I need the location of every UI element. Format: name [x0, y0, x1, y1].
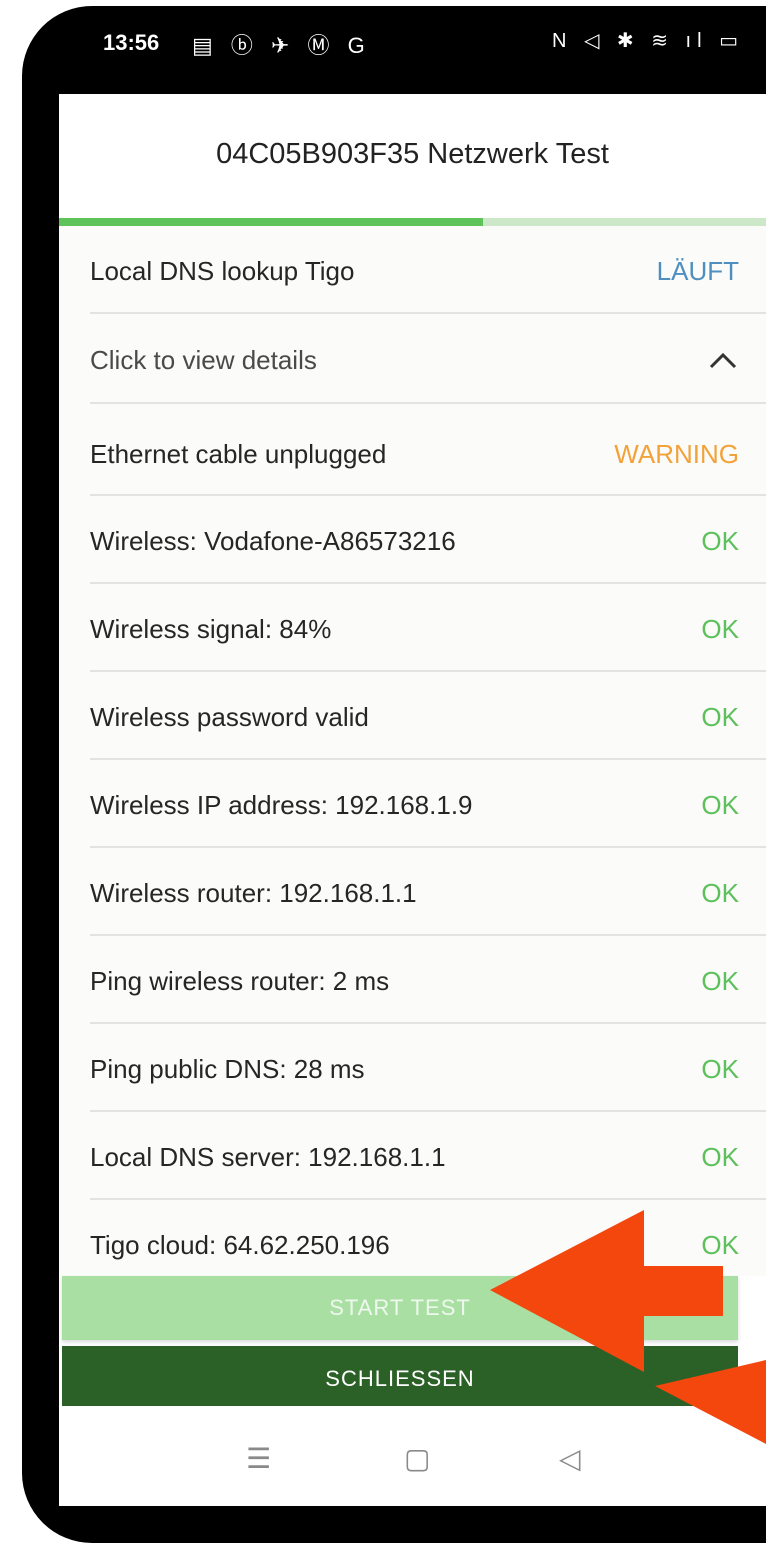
list-item: Wireless signal: 84% OK — [90, 584, 766, 672]
list-item: Wireless IP address: 192.168.1.9 OK — [90, 760, 766, 848]
status-time: 13:56 — [103, 30, 160, 55]
list-item: Ethernet cable unplugged WARNING — [90, 404, 766, 496]
list-item-running: Local DNS lookup Tigo LÄUFT — [90, 226, 766, 314]
test-label: Wireless password valid — [90, 702, 369, 732]
test-label: Local DNS lookup Tigo — [90, 256, 355, 286]
test-label: Wireless: Vodafone-A86573216 — [90, 526, 456, 556]
chevron-up-icon[interactable] — [708, 350, 738, 370]
list-item: Wireless password valid OK — [90, 672, 766, 760]
status-ok: OK — [701, 966, 739, 996]
test-label: Local DNS server: 192.168.1.1 — [90, 1142, 446, 1172]
list-item: Ping wireless router: 2 ms OK — [90, 936, 766, 1024]
home-icon[interactable]: ▢ — [404, 1442, 430, 1475]
status-ok: OK — [701, 614, 739, 644]
status-ok: OK — [701, 790, 739, 820]
annotation-arrow-close — [655, 1360, 766, 1444]
test-label: Wireless IP address: 192.168.1.9 — [90, 790, 473, 820]
list-item: Wireless router: 192.168.1.1 OK — [90, 848, 766, 936]
system-icons: N ◁ ✱ ≋ ıl ▭ — [551, 30, 744, 52]
test-label: Wireless router: 192.168.1.1 — [90, 878, 417, 908]
dialog-title: 04C05B903F35 Netzwerk Test — [216, 138, 609, 170]
status-ok: OK — [701, 878, 739, 908]
dialog-header: 04C05B903F35 Netzwerk Test — [59, 94, 766, 218]
test-label: Ping wireless router: 2 ms — [90, 966, 390, 996]
status-ok: OK — [701, 1054, 739, 1084]
back-icon[interactable]: ◁ — [559, 1442, 581, 1475]
test-label: Ethernet cable unplugged — [90, 439, 387, 469]
list-item: Ping public DNS: 28 ms OK — [90, 1024, 766, 1112]
status-ok: OK — [701, 526, 739, 556]
test-label: Wireless signal: 84% — [90, 614, 332, 644]
notification-icons: ▤ ⓑ ✈ Ⓜ G — [192, 33, 371, 58]
list-item: Local DNS server: 192.168.1.1 OK — [90, 1112, 766, 1200]
test-label: Ping public DNS: 28 ms — [90, 1054, 365, 1084]
test-results-list[interactable]: Local DNS lookup Tigo LÄUFT Click to vie… — [59, 226, 766, 1276]
details-label: Click to view details — [90, 345, 317, 375]
menu-icon[interactable]: ☰ — [246, 1442, 271, 1475]
list-item: Wireless: Vodafone-A86573216 OK — [90, 496, 766, 584]
details-toggle[interactable]: Click to view details — [90, 314, 766, 404]
status-warning: WARNING — [614, 439, 739, 469]
status-ok: OK — [701, 702, 739, 732]
test-label: Tigo cloud: 64.62.250.196 — [90, 1230, 390, 1260]
status-running: LÄUFT — [656, 256, 739, 286]
status-ok: OK — [701, 1142, 739, 1172]
test-progress-bar — [59, 218, 766, 226]
test-progress-fill — [59, 218, 484, 226]
status-bar: 13:56 ▤ ⓑ ✈ Ⓜ G N ◁ ✱ ≋ ıl ▭ — [59, 6, 766, 94]
